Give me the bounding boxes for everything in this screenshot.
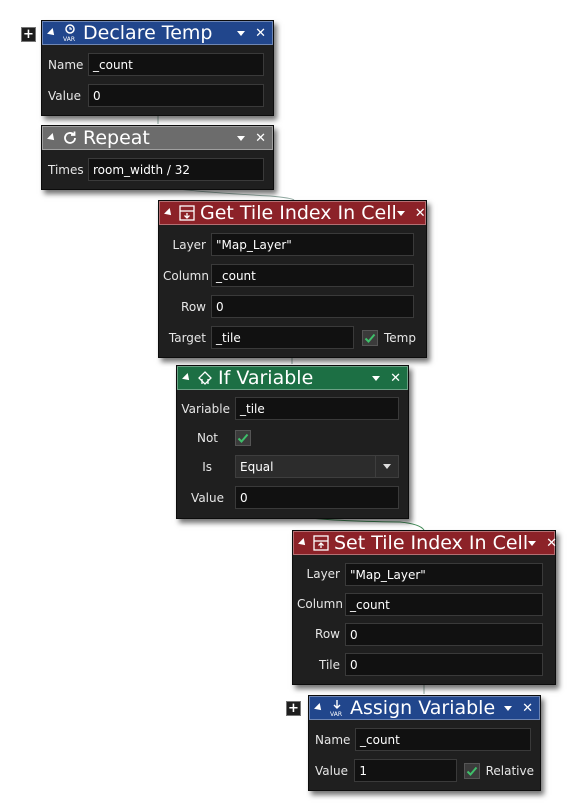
variable-field[interactable]: _tile — [235, 397, 399, 420]
if-variable-block[interactable]: If Variable ✕ Variable _tile Not Is Equa… — [176, 365, 409, 519]
name-field[interactable]: _count — [88, 53, 264, 76]
repeat-block[interactable]: Repeat ✕ Times room_width / 32 — [41, 125, 274, 190]
svg-text:VAR: VAR — [63, 36, 75, 42]
close-icon[interactable]: ✕ — [255, 27, 266, 40]
dropdown-icon[interactable] — [237, 135, 246, 141]
dropdown-icon[interactable] — [372, 375, 381, 381]
declare-temp-header[interactable]: VAR Declare Temp ✕ — [42, 21, 273, 45]
set-tile-index-block[interactable]: Set Tile Index In Cell ✕ Layer "Map_Laye… — [292, 530, 557, 685]
field-label: Target — [168, 330, 206, 345]
collapse-icon[interactable] — [164, 208, 174, 218]
get-tile-index-block[interactable]: Get Tile Index In Cell ✕ Layer "Map_Laye… — [158, 200, 427, 358]
is-select-value: Equal — [240, 460, 274, 474]
collapse-icon[interactable] — [47, 133, 57, 143]
relative-label: Relative — [485, 763, 534, 778]
field-label: Column — [297, 597, 343, 611]
field-label: Name — [48, 57, 84, 72]
temp-checkbox[interactable] — [362, 329, 378, 346]
field-label: Row — [181, 299, 206, 314]
field-label: Variable — [181, 401, 230, 416]
collapse-icon[interactable] — [182, 373, 192, 383]
field-label: Row — [315, 627, 340, 641]
field-label: Value — [48, 88, 81, 103]
expand-button[interactable]: + — [21, 27, 36, 42]
field-label: Value — [191, 490, 224, 505]
close-icon[interactable]: ✕ — [255, 132, 266, 145]
block-title: Repeat — [83, 127, 150, 149]
column-field[interactable]: _count — [345, 592, 543, 616]
layer-field[interactable]: "Map_Layer" — [211, 233, 414, 256]
row-field[interactable]: 0 — [345, 622, 543, 646]
not-checkbox[interactable] — [235, 429, 251, 446]
field-label: Layer — [172, 237, 206, 252]
field-label: Column — [163, 268, 209, 283]
if-variable-header[interactable]: If Variable ✕ — [177, 366, 408, 390]
expand-button[interactable]: + — [286, 701, 301, 716]
value-field[interactable]: 0 — [88, 84, 264, 107]
collapse-icon[interactable] — [47, 28, 57, 38]
repeat-header[interactable]: Repeat ✕ — [42, 126, 273, 150]
field-label: Layer — [306, 567, 340, 581]
if-variable-icon — [197, 369, 213, 387]
block-title: If Variable — [218, 367, 314, 389]
var-assign-icon: VAR — [329, 699, 345, 717]
assign-variable-header[interactable]: VAR Assign Variable ✕ — [309, 696, 540, 720]
is-select[interactable]: Equal — [235, 455, 399, 478]
close-icon[interactable]: ✕ — [415, 207, 426, 220]
name-field[interactable]: _count — [355, 728, 531, 751]
repeat-icon — [62, 129, 78, 147]
close-icon[interactable]: ✕ — [546, 537, 557, 550]
set-tile-icon — [313, 534, 329, 552]
block-title: Assign Variable — [350, 697, 496, 719]
svg-text:VAR: VAR — [330, 711, 342, 717]
check-icon — [237, 433, 249, 443]
collapse-icon[interactable] — [298, 538, 308, 548]
chevron-down-icon[interactable] — [375, 456, 398, 477]
temp-label: Temp — [384, 330, 416, 345]
field-label: Tile — [318, 657, 340, 672]
block-title: Get Tile Index In Cell — [200, 202, 397, 224]
get-tile-icon — [179, 204, 195, 222]
times-field[interactable]: room_width / 32 — [88, 158, 264, 181]
dropdown-icon[interactable] — [504, 705, 513, 711]
check-icon — [466, 766, 477, 776]
field-label: Name — [315, 732, 351, 747]
check-icon — [364, 333, 376, 343]
declare-temp-block[interactable]: VAR Declare Temp ✕ Name _count Value 0 — [41, 20, 274, 116]
close-icon[interactable]: ✕ — [522, 702, 533, 715]
block-title: Declare Temp — [83, 22, 213, 44]
tile-field[interactable]: 0 — [345, 653, 543, 676]
block-title: Set Tile Index In Cell — [334, 532, 529, 554]
target-field[interactable]: _tile — [211, 326, 354, 349]
value-field[interactable]: 0 — [235, 486, 399, 509]
get-tile-header[interactable]: Get Tile Index In Cell ✕ — [159, 201, 426, 225]
assign-variable-block[interactable]: VAR Assign Variable ✕ Name _count Value … — [308, 695, 541, 791]
field-label: Value — [315, 763, 348, 778]
relative-checkbox[interactable] — [463, 762, 480, 779]
dropdown-icon[interactable] — [396, 210, 405, 216]
set-tile-header[interactable]: Set Tile Index In Cell ✕ — [293, 531, 557, 555]
field-label: Not — [196, 430, 218, 445]
collapse-icon[interactable] — [314, 703, 324, 713]
field-label: Times — [48, 162, 84, 177]
dropdown-icon[interactable] — [237, 30, 246, 36]
layer-field[interactable]: "Map_Layer" — [345, 562, 543, 586]
close-icon[interactable]: ✕ — [390, 372, 401, 385]
field-label: Is — [202, 459, 212, 474]
var-declare-icon: VAR — [62, 24, 78, 42]
value-field[interactable]: 1 — [354, 759, 457, 782]
row-field[interactable]: 0 — [211, 295, 414, 318]
dropdown-icon[interactable] — [528, 540, 537, 546]
column-field[interactable]: _count — [211, 264, 414, 287]
